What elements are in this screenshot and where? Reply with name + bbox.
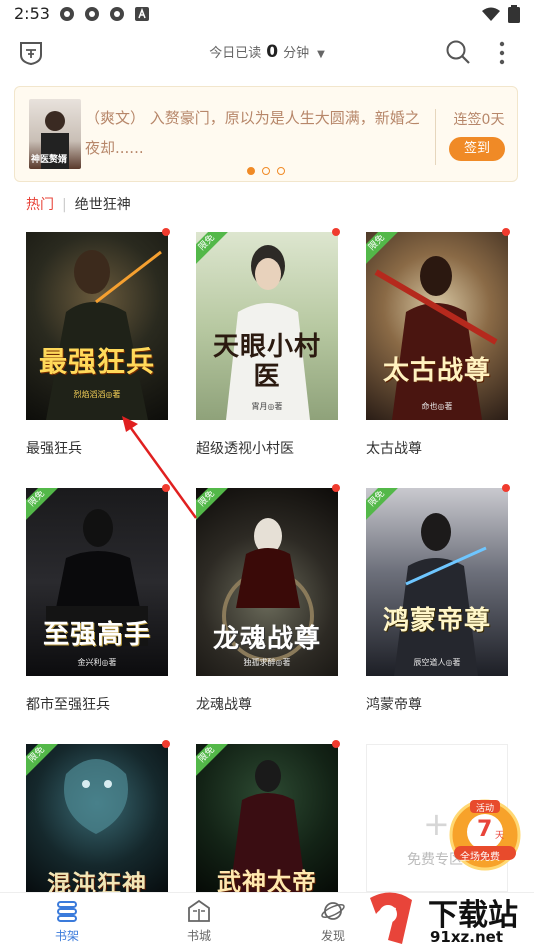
book-card[interactable]: 鸿蒙帝尊 辰空道人◎著 限免 鸿蒙帝尊 xyxy=(366,484,510,713)
promo-banner[interactable]: 神医赘婿 （爽文） 入赘豪门，原以为是人生大圆满，新婚之夜却...... 连签0… xyxy=(14,86,518,182)
book-cover[interactable]: 混沌狂神 限免 xyxy=(26,744,168,892)
cover-title: 武神太帝 xyxy=(217,868,317,892)
tab-label: 书架 xyxy=(54,929,79,943)
status-time: 2:53 xyxy=(14,4,50,23)
app-icon xyxy=(58,5,75,22)
cover-author: 霄月◎著 xyxy=(251,402,283,411)
tab-bookstore[interactable]: 书城 xyxy=(164,899,234,944)
search-icon[interactable] xyxy=(444,38,472,66)
battery-icon xyxy=(508,5,520,27)
cover-author: 命也◎著 xyxy=(421,402,453,411)
tag-current[interactable]: 绝世狂神 xyxy=(75,197,131,213)
site-watermark: 下载站 91xz.net xyxy=(362,888,534,950)
status-notification-icons xyxy=(58,5,150,22)
book-title[interactable]: 龙魂战尊 xyxy=(196,694,252,714)
cover-title: 太古战尊 xyxy=(382,356,491,386)
a-icon xyxy=(133,5,150,22)
tab-discover[interactable]: 发现 xyxy=(298,899,368,944)
tab-label: 书城 xyxy=(186,929,211,943)
book-card[interactable]: 最强狂兵 烈焰滔滔◎著 最强狂兵 xyxy=(26,228,170,457)
update-dot xyxy=(162,228,170,236)
book-title[interactable]: 超级透视小村医 xyxy=(196,438,294,458)
sign-in-button[interactable]: 签到 xyxy=(449,137,505,161)
update-dot xyxy=(332,740,340,748)
tab-bookshelf[interactable]: 书架 xyxy=(32,899,102,944)
caret-down-icon: ▼ xyxy=(317,49,325,60)
pager-dot xyxy=(262,167,270,175)
cover-title: 龙魂战尊 xyxy=(212,624,321,654)
banner-divider xyxy=(435,109,436,165)
book-cover[interactable]: 鸿蒙帝尊 辰空道人◎著 限免 xyxy=(366,488,508,676)
promo-badge[interactable]: 活动 7 天 全场免费 xyxy=(448,798,522,872)
cover-author: 独孤求醉◎著 xyxy=(243,658,291,667)
cover-title: 鸿蒙帝尊 xyxy=(382,606,491,636)
planet-icon xyxy=(320,899,346,923)
book-title[interactable]: 太古战尊 xyxy=(366,438,422,458)
watermark-sub: 91xz.net xyxy=(430,928,504,946)
more-menu-icon[interactable] xyxy=(492,40,512,66)
book-card[interactable]: 龙魂战尊 独孤求醉◎著 限免 龙魂战尊 xyxy=(196,484,340,713)
cover-title: 天眼小村医 xyxy=(212,332,321,392)
status-bar: 2:53 xyxy=(0,0,534,28)
reading-unit: 分钟 xyxy=(283,46,310,61)
plus-icon: + xyxy=(423,805,450,843)
update-dot xyxy=(332,484,340,492)
banner-pager xyxy=(247,167,285,175)
status-system-icons xyxy=(482,5,520,27)
banner-cover-title: 神医赘婿 xyxy=(31,155,68,165)
update-dot xyxy=(502,228,510,236)
bookshelf-icon xyxy=(54,899,80,923)
watermark-logo-icon xyxy=(370,892,412,944)
cover-author: 烈焰滔滔◎著 xyxy=(73,390,121,399)
book-card[interactable]: 天眼小村医 霄月◎著 限免 超级透视小村医 xyxy=(196,228,340,457)
book-cover[interactable]: 天眼小村医 霄月◎著 限免 xyxy=(196,232,338,420)
annotation-arrow xyxy=(122,416,198,519)
promo-bottom: 全场免费 xyxy=(460,852,500,863)
reading-prefix: 今日已读 xyxy=(209,46,262,61)
cover-title: 混沌狂神 xyxy=(47,870,147,892)
book-cover[interactable]: 太古战尊 命也◎著 限免 xyxy=(366,232,508,420)
update-dot xyxy=(502,484,510,492)
book-cover[interactable]: 最强狂兵 烈焰滔滔◎著 xyxy=(26,232,168,420)
book-card[interactable]: 武神太帝 限免 xyxy=(196,740,340,892)
book-card[interactable]: 太古战尊 命也◎著 限免 太古战尊 xyxy=(366,228,510,457)
promo-unit: 天 xyxy=(495,831,505,841)
app-icon xyxy=(108,5,125,22)
banner-text[interactable]: （爽文） 入赘豪门，原以为是人生大圆满，新婚之夜却...... xyxy=(85,103,425,163)
sign-days: 连签0天 xyxy=(453,112,505,128)
book-title[interactable]: 最强狂兵 xyxy=(26,438,82,458)
app-icon xyxy=(83,5,100,22)
update-dot xyxy=(332,228,340,236)
reading-minutes: 0 xyxy=(266,42,279,62)
book-cover[interactable]: 武神太帝 限免 xyxy=(196,744,338,892)
cover-title: 最强狂兵 xyxy=(38,345,155,378)
book-title[interactable]: 都市至强狂兵 xyxy=(26,694,110,714)
tab-label: 发现 xyxy=(320,929,345,943)
wifi-icon xyxy=(482,7,500,26)
tag-divider: | xyxy=(62,197,67,213)
tag-hot[interactable]: 热门 xyxy=(26,197,54,213)
promo-top: 活动 xyxy=(476,804,495,814)
promo-days: 7 xyxy=(477,817,493,842)
pager-dot xyxy=(247,167,255,175)
book-title[interactable]: 鸿蒙帝尊 xyxy=(366,694,422,714)
top-bar: 今日已读 0 分钟 ▼ xyxy=(0,30,534,78)
banner-book-cover[interactable]: 神医赘婿 xyxy=(29,99,81,169)
bookstore-icon xyxy=(186,899,212,923)
cover-author: 金兴利◎著 xyxy=(77,658,117,667)
pager-dot xyxy=(277,167,285,175)
cover-title: 至强高手 xyxy=(42,620,151,650)
category-tags: 热门 | 绝世狂神 xyxy=(26,194,131,214)
update-dot xyxy=(162,740,170,748)
cover-author: 辰空道人◎著 xyxy=(413,658,461,667)
book-card[interactable]: 混沌狂神 限免 xyxy=(26,740,170,892)
book-cover[interactable]: 龙魂战尊 独孤求醉◎著 限免 xyxy=(196,488,338,676)
